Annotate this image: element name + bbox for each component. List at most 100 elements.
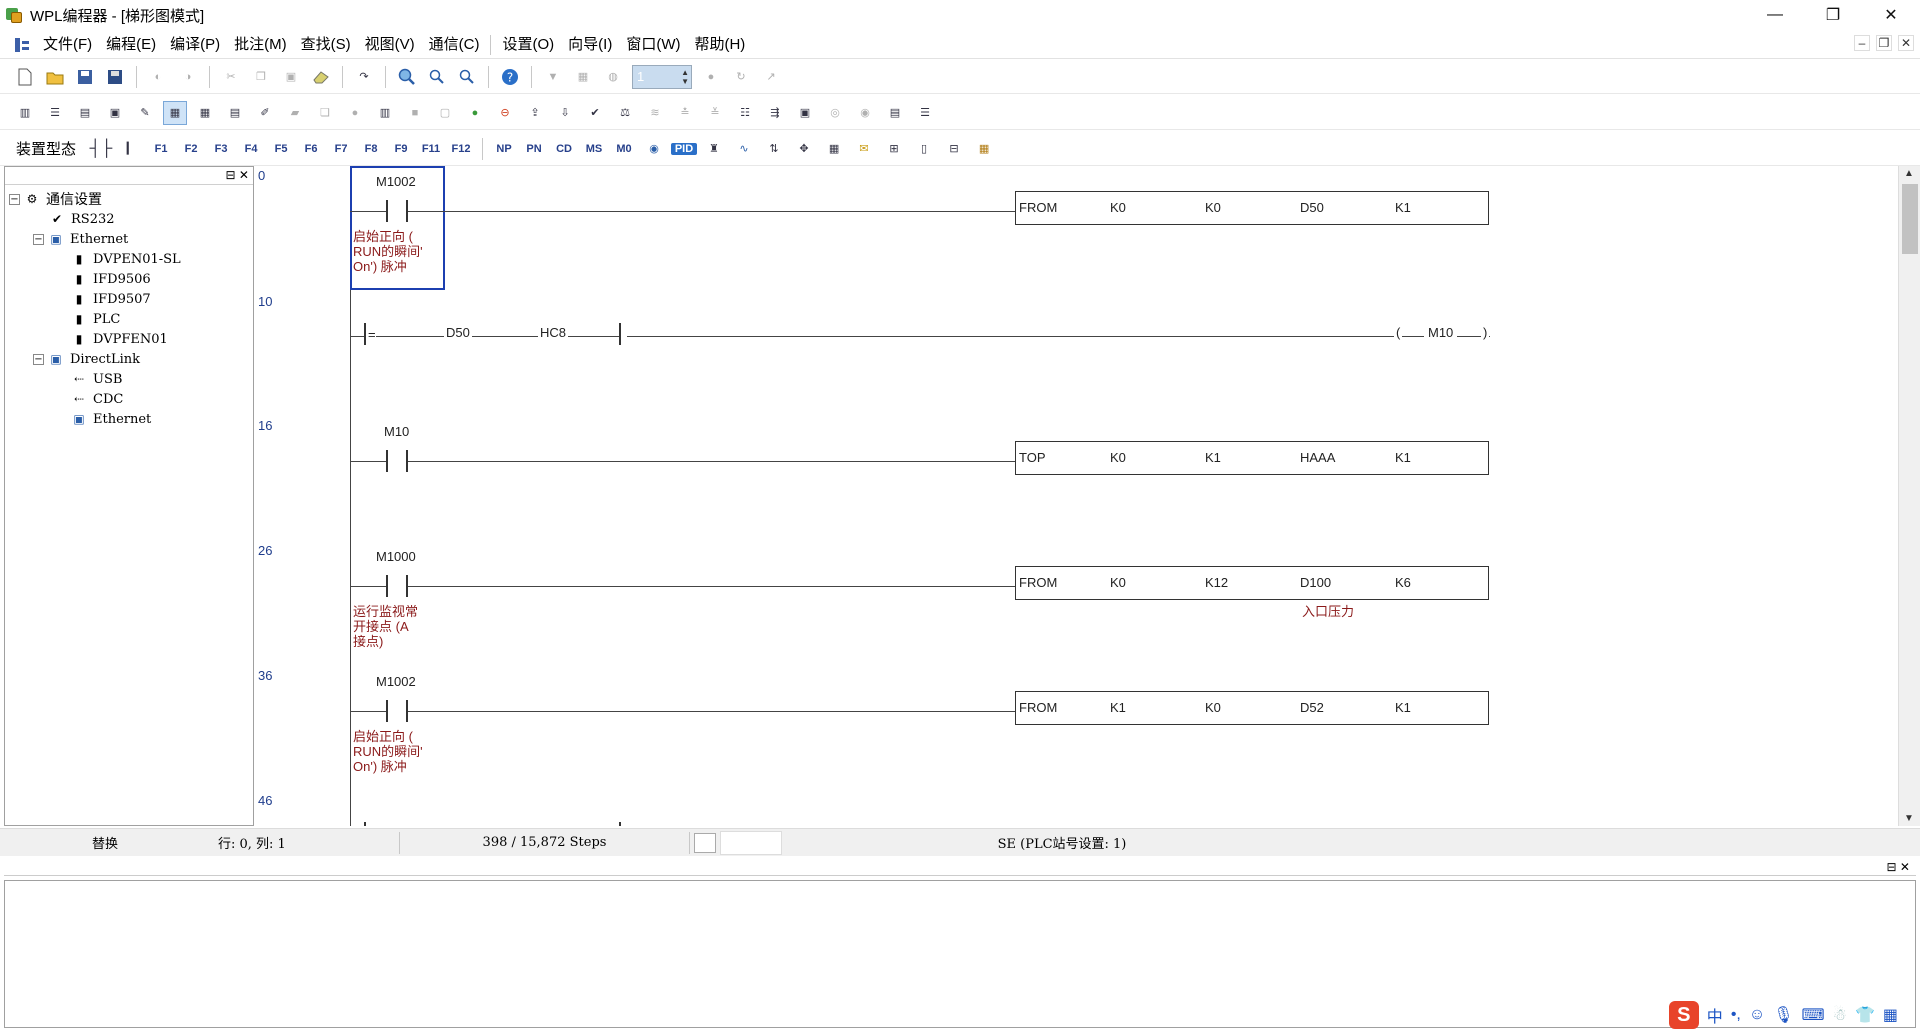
bulb-icon[interactable]: ● bbox=[343, 101, 367, 125]
skin-icon[interactable]: 👕 bbox=[1855, 1005, 1875, 1025]
search-device-icon[interactable]: ◎ bbox=[823, 101, 847, 125]
tree-item-ifd9506[interactable]: ▮ IFD9506 bbox=[9, 269, 253, 289]
eraser-icon[interactable] bbox=[309, 65, 333, 89]
computer-icon[interactable]: ▤ bbox=[883, 101, 907, 125]
scroll-thumb[interactable] bbox=[1902, 184, 1918, 254]
menu-help[interactable]: 帮助(H) bbox=[687, 33, 752, 57]
transfer-icon[interactable]: ↗ bbox=[759, 65, 783, 89]
f3-key[interactable]: F3 bbox=[208, 143, 234, 155]
network-port-icon[interactable]: ⊞ bbox=[882, 137, 906, 161]
grid-menu-icon[interactable]: ▦ bbox=[1883, 1005, 1898, 1025]
monitor-icon[interactable]: ▦ bbox=[571, 65, 595, 89]
menu-search[interactable]: 查找(S) bbox=[294, 33, 358, 57]
contact-device-label[interactable]: M1002 bbox=[376, 174, 416, 189]
list-icon[interactable]: ▥ bbox=[373, 101, 397, 125]
bus-icon[interactable]: ⊟ bbox=[942, 137, 966, 161]
waveform-icon[interactable]: ∿ bbox=[732, 137, 756, 161]
refresh-icon[interactable]: ↻ bbox=[729, 65, 753, 89]
cd-key[interactable]: CD bbox=[551, 143, 577, 155]
cut-icon[interactable]: ✂ bbox=[219, 65, 243, 89]
new-file-icon[interactable] bbox=[13, 65, 37, 89]
paste-icon[interactable]: ▣ bbox=[279, 65, 303, 89]
copy-block-icon[interactable]: ❏ bbox=[313, 101, 337, 125]
f8-key[interactable]: F8 bbox=[358, 143, 384, 155]
microphone-icon[interactable]: 🎙 bbox=[1773, 1005, 1793, 1025]
instruction-box[interactable]: FROM K0 K0 D50 K1 bbox=[1015, 191, 1489, 225]
normally-open-contact[interactable] bbox=[386, 575, 408, 597]
menu-window[interactable]: 窗口(W) bbox=[619, 33, 687, 57]
timer-icon[interactable]: ◉ bbox=[642, 137, 666, 161]
user-icon[interactable]: ☃ bbox=[1833, 1005, 1847, 1025]
np-key[interactable]: NP bbox=[491, 143, 517, 155]
tree-item-dvpen01-sl[interactable]: ▮ DVPEN01-SL bbox=[9, 249, 253, 269]
help-icon[interactable]: ? bbox=[498, 65, 522, 89]
menu-wizard[interactable]: 向导(I) bbox=[561, 33, 619, 57]
f2-key[interactable]: F2 bbox=[178, 143, 204, 155]
align-icon[interactable]: ☷ bbox=[733, 101, 757, 125]
station-spinner[interactable]: 1 ▲ ▼ bbox=[632, 64, 692, 89]
panel-pin-close-icon[interactable]: ⊟ ✕ bbox=[226, 168, 249, 182]
step-icon[interactable]: ≛ bbox=[673, 101, 697, 125]
scroll-down-icon[interactable]: ▼ bbox=[1904, 813, 1914, 824]
tree-item-directlink[interactable]: − ▣ DirectLink bbox=[9, 349, 253, 369]
compare-operand-b[interactable]: HC8 bbox=[538, 325, 569, 340]
edit-comment-icon[interactable]: ✎ bbox=[133, 101, 157, 125]
undo-icon[interactable]: ◐ bbox=[146, 65, 170, 89]
maximize-button[interactable]: ❐ bbox=[1804, 0, 1862, 30]
f7-key[interactable]: F7 bbox=[328, 143, 354, 155]
card-icon[interactable]: ▯ bbox=[912, 137, 936, 161]
compare-icon[interactable]: ⚖ bbox=[613, 101, 637, 125]
window-icon[interactable]: ▣ bbox=[793, 101, 817, 125]
sogou-logo-icon[interactable]: S bbox=[1668, 1001, 1699, 1029]
menu-edit[interactable]: 编程(E) bbox=[99, 33, 163, 57]
close-button[interactable]: ✕ bbox=[1862, 0, 1920, 30]
tree-item-usb[interactable]: ⇠ USB bbox=[9, 369, 253, 389]
emoji-icon[interactable]: ☺ bbox=[1749, 1006, 1765, 1024]
menu-app-icon[interactable] bbox=[12, 35, 32, 55]
code-icon[interactable]: ≋ bbox=[643, 101, 667, 125]
mail-icon[interactable]: ✉ bbox=[852, 137, 876, 161]
online-icon[interactable]: ▼ bbox=[541, 65, 565, 89]
tree-item-ethernet[interactable]: − ▣ Ethernet bbox=[9, 229, 253, 249]
normally-open-contact[interactable] bbox=[386, 450, 408, 472]
box-icon[interactable]: ▢ bbox=[433, 101, 457, 125]
keyboard-icon[interactable]: ⌨ bbox=[1802, 1005, 1825, 1025]
output-coil[interactable]: M10 bbox=[1424, 325, 1458, 340]
sfc-mode-icon[interactable]: ▤ bbox=[73, 101, 97, 125]
device-comment-icon[interactable]: ▣ bbox=[103, 101, 127, 125]
ladder-mode-icon[interactable]: ▥ bbox=[13, 101, 37, 125]
collapse-icon[interactable]: − bbox=[33, 353, 44, 365]
square-icon[interactable]: ■ bbox=[403, 101, 427, 125]
compare-contact[interactable] bbox=[364, 822, 372, 826]
zoom-out-icon[interactable] bbox=[455, 65, 479, 89]
scroll-up-icon[interactable]: ▲ bbox=[1904, 168, 1914, 179]
stop-icon[interactable]: ● bbox=[699, 65, 723, 89]
pen-icon[interactable]: ✐ bbox=[253, 101, 277, 125]
tree-item-rs232[interactable]: ✔ RS232 bbox=[9, 209, 253, 229]
zoom-in-icon[interactable] bbox=[425, 65, 449, 89]
find-icon[interactable]: ↷ bbox=[352, 65, 376, 89]
menu-comment[interactable]: 批注(M) bbox=[227, 33, 294, 57]
zoom-icon[interactable] bbox=[395, 65, 419, 89]
replace-icon[interactable]: ◉ bbox=[853, 101, 877, 125]
red-stop-icon[interactable]: ⊖ bbox=[493, 101, 517, 125]
jump-icon[interactable]: ≚ bbox=[703, 101, 727, 125]
m0-key[interactable]: M0 bbox=[611, 143, 637, 155]
f9-key[interactable]: F9 bbox=[388, 143, 414, 155]
device-table-icon[interactable]: ▤ bbox=[223, 101, 247, 125]
upload-icon[interactable]: ⇪ bbox=[523, 101, 547, 125]
contact-icon[interactable]: ┤├ bbox=[89, 137, 113, 161]
contact-device-label[interactable]: M1000 bbox=[376, 549, 416, 564]
tree-view-icon[interactable]: ▦ bbox=[163, 100, 187, 125]
cursor-icon[interactable]: ▎ bbox=[119, 137, 143, 161]
instruction-mode-icon[interactable]: ☰ bbox=[43, 101, 67, 125]
instruction-box[interactable]: FROM K1 K0 D52 K1 bbox=[1015, 691, 1489, 725]
ime-language[interactable]: 中 bbox=[1707, 1003, 1723, 1027]
green-run-icon[interactable]: ● bbox=[463, 101, 487, 125]
f1-key[interactable]: F1 bbox=[148, 143, 174, 155]
copy-icon[interactable]: ❐ bbox=[249, 65, 273, 89]
spinner-arrows-icon[interactable]: ▲ ▼ bbox=[681, 68, 689, 86]
mdi-close-button[interactable]: ✕ bbox=[1898, 35, 1914, 51]
f5-key[interactable]: F5 bbox=[268, 143, 294, 155]
tree-item-dvpfen01[interactable]: ▮ DVPFEN01 bbox=[9, 329, 253, 349]
